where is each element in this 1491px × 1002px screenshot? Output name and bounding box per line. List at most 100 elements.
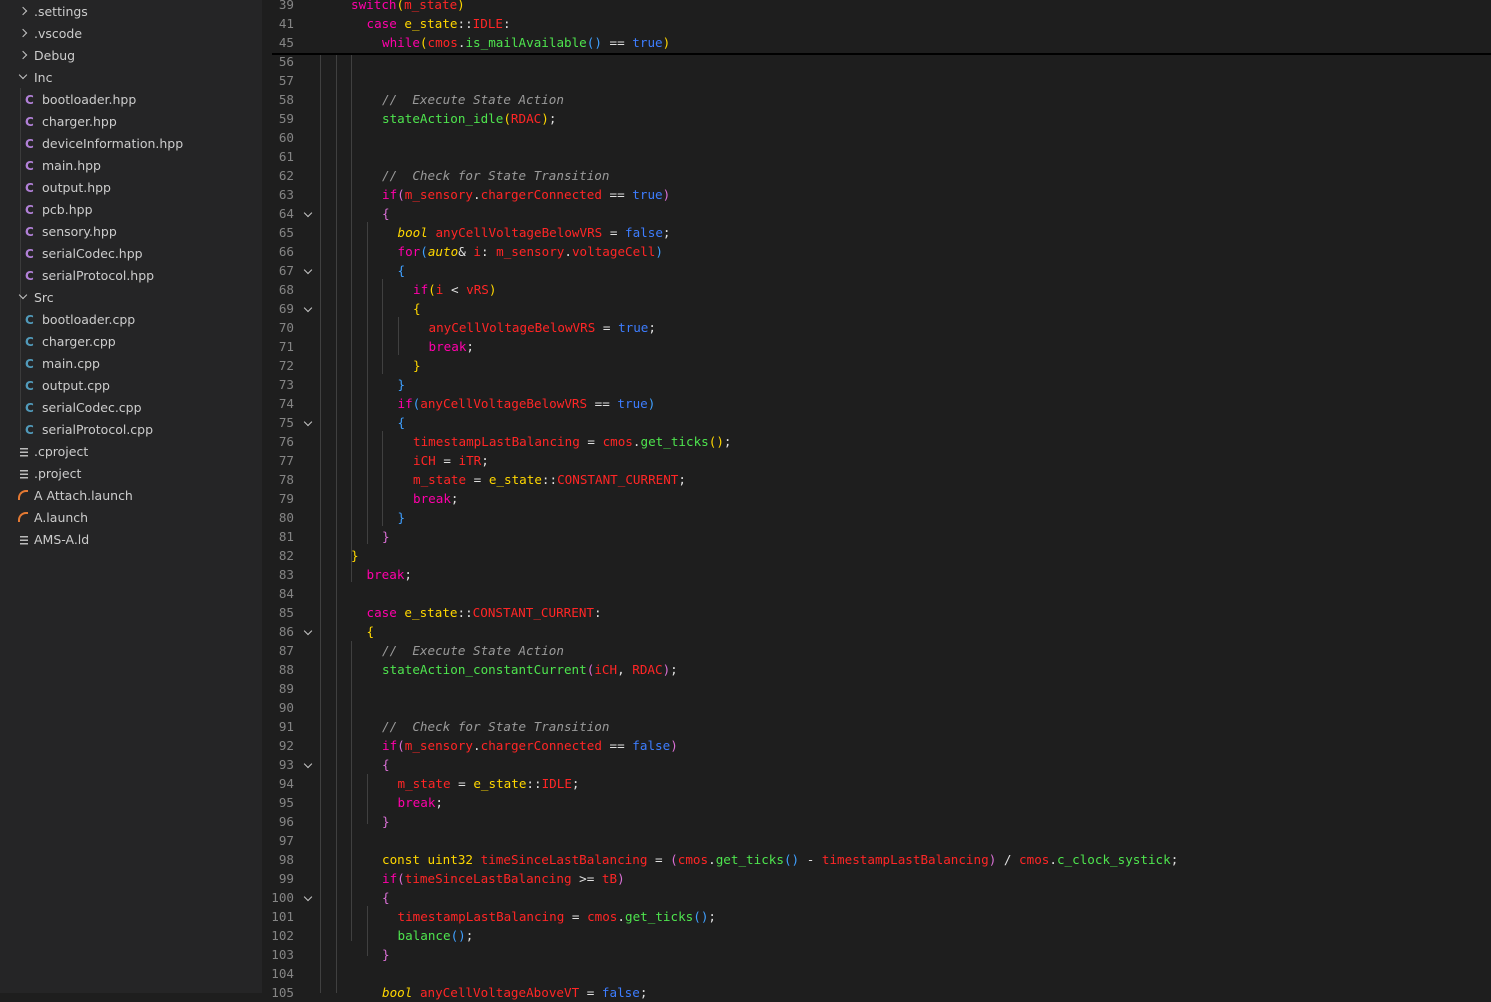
code-line[interactable]: 96} [262,812,1491,831]
file-item[interactable]: A Attach.launch [0,485,262,507]
code-line[interactable]: 85 case e_state::CONSTANT_CURRENT: [262,603,1491,622]
file-item[interactable]: A.launch [0,507,262,529]
code-line[interactable]: 39 switch(m_state) [262,0,1491,14]
code-token: { [366,624,375,639]
code-line[interactable]: 72} [262,356,1491,375]
folder-item[interactable]: .vscode [0,23,262,45]
fold-chevron-icon[interactable] [303,417,313,427]
code-line[interactable]: 73} [262,375,1491,394]
code-line[interactable]: 69 { [262,299,1491,318]
code-line[interactable]: 102 balance(); [262,926,1491,945]
code-line[interactable]: 70 anyCellVoltageBelowVRS = true; [262,318,1491,337]
file-item[interactable]: Cmain.cpp [0,353,262,375]
code-line[interactable]: 92 if(m_sensory.chargerConnected == false… [262,736,1491,755]
code-line[interactable]: 41 case e_state::IDLE: [262,14,1491,33]
file-item[interactable]: Csensory.hpp [0,221,262,243]
code-line[interactable]: 83 break; [262,565,1491,584]
code-token: == [601,187,633,202]
code-line[interactable]: 93 { [262,755,1491,774]
file-item[interactable]: Cmain.hpp [0,155,262,177]
folder-item[interactable]: Src [0,287,262,309]
code-line[interactable]: 80} [262,508,1491,527]
tree-item-label: serialProtocol.hpp [42,268,155,283]
code-text: } [382,527,390,546]
code-line[interactable]: 59 stateAction_idle(RDAC); [262,109,1491,128]
code-line[interactable]: 82} [262,546,1491,565]
file-item[interactable]: .cproject [0,441,262,463]
code-line[interactable]: 58 // Execute State Action [262,90,1491,109]
file-item[interactable]: CdeviceInformation.hpp [0,133,262,155]
code-line[interactable]: 63 if(m_sensory.chargerConnected == true) [262,185,1491,204]
code-line[interactable]: 81} [262,527,1491,546]
file-item[interactable]: Coutput.hpp [0,177,262,199]
code-line[interactable]: 76 timestampLastBalancing = cmos.get_tick… [262,432,1491,451]
file-item[interactable]: Cbootloader.hpp [0,89,262,111]
fold-chevron-icon[interactable] [303,303,313,313]
file-item[interactable]: .project [0,463,262,485]
code-line[interactable]: 75 { [262,413,1491,432]
code-line[interactable]: 100 { [262,888,1491,907]
code-line[interactable]: 61 [262,147,1491,166]
code-token: / [996,852,1020,867]
code-line[interactable]: 77 iCH = iTR; [262,451,1491,470]
line-number: 64 [278,206,294,221]
code-line[interactable]: 65 bool anyCellVoltageBelowVRS = false; [262,223,1491,242]
file-item[interactable]: Ccharger.hpp [0,111,262,133]
code-line[interactable]: 101 timestampLastBalancing = cmos.get_tic… [262,907,1491,926]
fold-chevron-icon[interactable] [303,208,313,218]
code-line[interactable]: 99 if(timeSinceLastBalancing >= tB) [262,869,1491,888]
code-line[interactable]: 45 while(cmos.is_mailAvailable() == true) [262,33,1491,52]
code-line[interactable]: 74 if(anyCellVoltageBelowVRS == true) [262,394,1491,413]
file-item[interactable]: Cbootloader.cpp [0,309,262,331]
code-line[interactable]: 71 break; [262,337,1491,356]
code-text: if(i < vRS) [413,280,496,299]
fold-chevron-icon[interactable] [303,265,313,275]
folder-item[interactable]: Inc [0,67,262,89]
code-line[interactable]: 89 [262,679,1491,698]
code-line[interactable]: 79 break; [262,489,1491,508]
code-token: if [397,396,413,411]
code-line[interactable]: 67 { [262,261,1491,280]
code-line[interactable]: 87 // Execute State Action [262,641,1491,660]
code-line[interactable]: 91 // Check for State Transition [262,717,1491,736]
code-line[interactable]: 94 m_state = e_state::IDLE; [262,774,1491,793]
cpp-header-icon: C [25,181,34,195]
fold-chevron-icon[interactable] [303,626,313,636]
code-line[interactable]: 103} [262,945,1491,964]
folder-item[interactable]: Debug [0,45,262,67]
code-token: ; [708,909,717,924]
code-token: () [708,434,724,449]
code-line[interactable]: 84 [262,584,1491,603]
code-line[interactable]: 90 [262,698,1491,717]
fold-chevron-icon[interactable] [303,892,313,902]
code-line[interactable]: 98 const uint32 timeSinceLastBalancing = … [262,850,1491,869]
code-line[interactable]: 57 [262,71,1491,90]
file-item[interactable]: CserialCodec.cpp [0,397,262,419]
line-number: 96 [278,814,294,829]
folder-item[interactable]: .settings [0,1,262,23]
code-line[interactable]: 66 for(auto& i: m_sensory.voltageCell) [262,242,1491,261]
line-number: 82 [278,548,294,563]
line-number: 95 [278,795,294,810]
code-token: & [458,244,474,259]
file-item[interactable]: CserialCodec.hpp [0,243,262,265]
code-line[interactable]: 78 m_state = e_state::CONSTANT_CURRENT; [262,470,1491,489]
code-line[interactable]: 104 [262,964,1491,983]
line-number: 83 [278,567,294,582]
file-item[interactable]: Cpcb.hpp [0,199,262,221]
code-line[interactable]: 95 break; [262,793,1491,812]
code-line[interactable]: 60 [262,128,1491,147]
fold-chevron-icon[interactable] [303,759,313,769]
sticky-scroll-header[interactable]: 39 switch(m_state) 41 case e_state::IDLE: 45… [272,0,1491,55]
file-item[interactable]: AMS-A.ld [0,529,262,551]
code-line[interactable]: 86 { [262,622,1491,641]
file-item[interactable]: Coutput.cpp [0,375,262,397]
file-item[interactable]: CserialProtocol.hpp [0,265,262,287]
code-line[interactable]: 64 { [262,204,1491,223]
code-line[interactable]: 88 stateAction_constantCurrent(iCH, RDAC)… [262,660,1491,679]
code-line[interactable]: 62 // Check for State Transition [262,166,1491,185]
file-item[interactable]: Ccharger.cpp [0,331,262,353]
code-line[interactable]: 97 [262,831,1491,850]
file-item[interactable]: CserialProtocol.cpp [0,419,262,441]
code-line[interactable]: 68 if(i < vRS) [262,280,1491,299]
